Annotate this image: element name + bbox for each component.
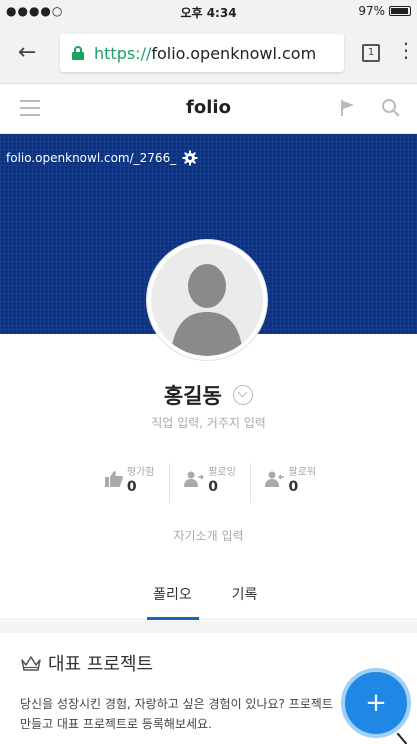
avatar[interactable]: [147, 240, 267, 360]
search-icon[interactable]: [380, 97, 402, 119]
back-arrow-icon[interactable]: ←: [18, 40, 36, 65]
stat-count: 0: [126, 479, 137, 495]
stat-ratings[interactable]: 평가함 0: [90, 463, 169, 503]
profile-tabs: 폴리오 기록: [0, 580, 417, 620]
profile-name: 홍길동: [163, 384, 222, 408]
browser-toolbar: ← https:// folio.openknowl.com 1 ⋮: [0, 22, 417, 84]
stat-followers[interactable]: 팔로워 0: [249, 463, 330, 503]
stat-count: 0: [208, 479, 218, 495]
battery-percent: 97%: [358, 4, 385, 18]
crown-icon: [21, 656, 41, 671]
user-follow-icon: [184, 471, 205, 487]
flag-icon[interactable]: [338, 98, 358, 118]
address-bar[interactable]: https:// folio.openknowl.com: [60, 34, 344, 72]
section-divider: [0, 621, 417, 633]
tab-records[interactable]: 기록: [223, 580, 267, 619]
battery-icon: [389, 6, 411, 16]
gear-icon[interactable]: [182, 150, 198, 166]
overflow-menu-icon[interactable]: ⋮: [396, 38, 416, 62]
tab-folio[interactable]: 폴리오: [146, 580, 199, 620]
section-title: 대표 프로젝트: [48, 654, 154, 675]
profile-name-row: 홍길동: [0, 380, 417, 410]
url-scheme: https://: [94, 43, 152, 63]
check-circle-icon[interactable]: [233, 385, 254, 405]
status-bar: ●●●●○ 오후 4:34 97%: [0, 0, 417, 22]
stat-label: 팔로잉: [208, 467, 236, 478]
profile-stats: 평가함 0 팔로잉 0 팔로워 0: [90, 463, 330, 503]
stat-label: 팔로워: [288, 467, 317, 478]
lock-icon: [72, 46, 84, 60]
stat-label: 평가함: [126, 467, 155, 478]
profile-url: folio.openknowl.com/_2766_: [6, 151, 177, 165]
url-host: folio.openknowl.com: [151, 43, 317, 63]
thumbs-up-icon: [104, 471, 123, 487]
stat-count: 0: [288, 479, 299, 495]
bio-input[interactable]: 자기소개 입력: [0, 527, 417, 544]
profile-url-row: folio.openknowl.com/_2766_: [6, 150, 198, 166]
add-project-button[interactable]: +: [341, 668, 411, 738]
tab-switcher-button[interactable]: 1: [362, 44, 380, 62]
clock: 오후 4:34: [180, 6, 237, 20]
user-follower-icon: [264, 471, 284, 487]
stat-following[interactable]: 팔로잉 0: [169, 463, 249, 503]
job-location-input[interactable]: 직업 입력, 거주지 입력: [0, 414, 417, 431]
plus-icon: +: [365, 688, 387, 718]
status-right: 97%: [358, 4, 411, 18]
default-user-icon: [151, 244, 263, 356]
section-header: 대표 프로젝트: [20, 650, 153, 676]
app-header: folio: [0, 84, 417, 134]
